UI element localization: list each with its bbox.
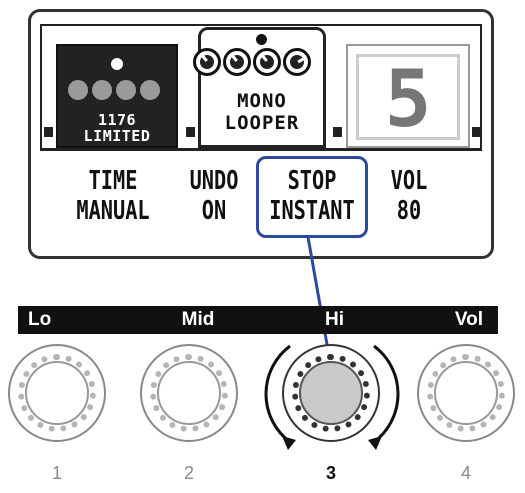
knob-label-vol: Vol [440, 306, 498, 334]
knob-number-1: 1 [51, 463, 62, 483]
knob-label-lo: Lo [18, 306, 108, 334]
knob-label-hi: Hi [325, 306, 365, 334]
knob-number-4: 4 [460, 463, 471, 483]
knob-label-mid: Mid [168, 306, 228, 334]
knob-cap [157, 361, 221, 425]
rotate-arrows-icon [264, 344, 400, 450]
knob-number-2: 2 [183, 463, 194, 483]
knob-number-3: 3 [325, 463, 336, 483]
knob-4[interactable] [417, 344, 515, 442]
knob-2[interactable] [140, 344, 238, 442]
knob-1[interactable] [8, 344, 106, 442]
knob-cap [25, 361, 89, 425]
knob-cap [434, 361, 498, 425]
